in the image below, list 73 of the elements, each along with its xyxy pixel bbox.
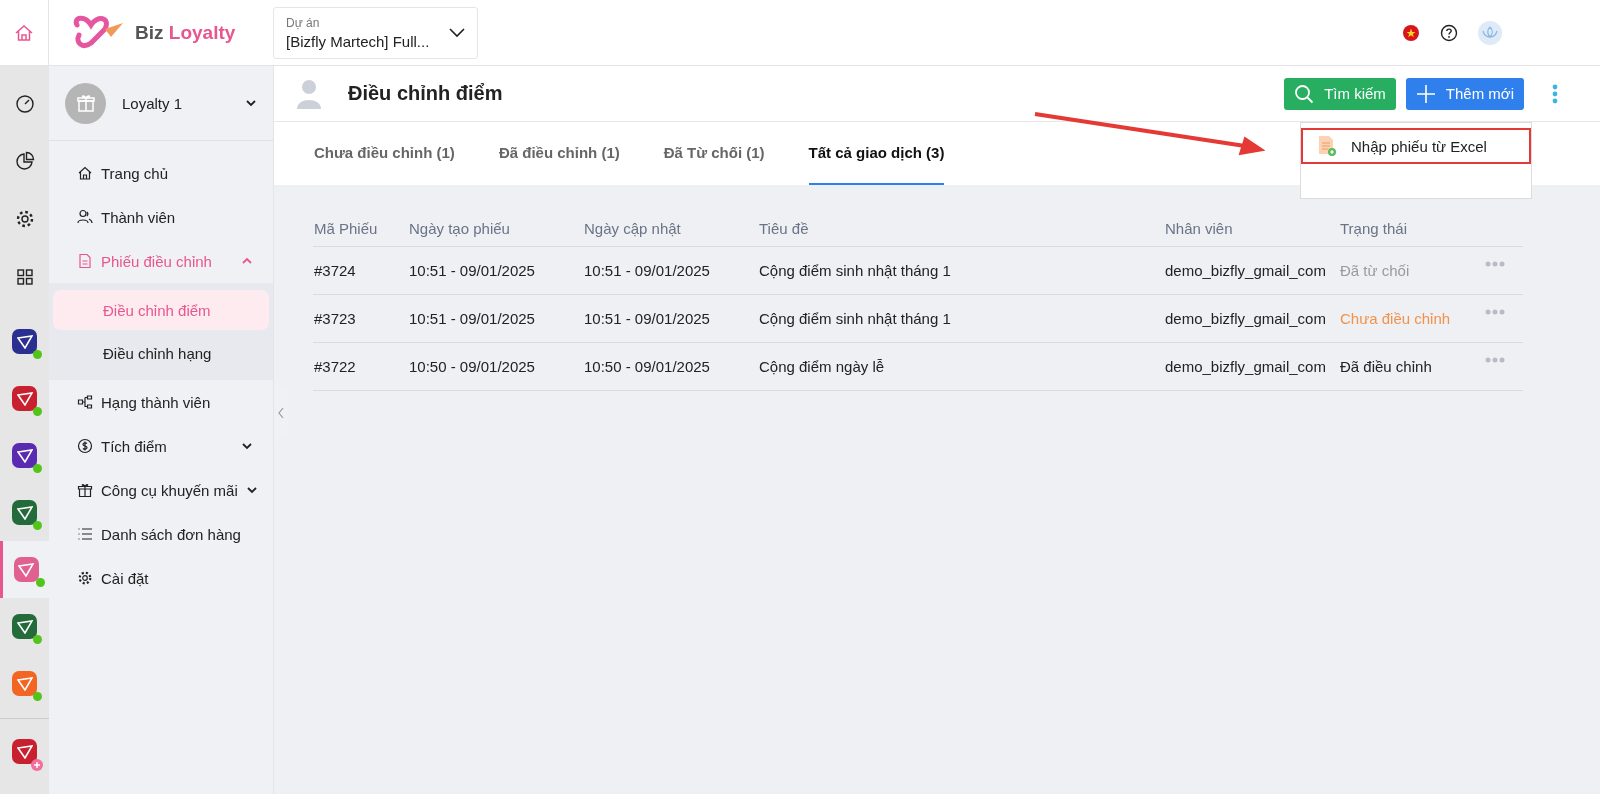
- sidebar-item[interactable]: Hạng thành viên: [49, 380, 273, 424]
- status-text: Đã từ chối: [1340, 262, 1410, 279]
- table-cell: 10:51 - 09/01/2025: [409, 262, 535, 279]
- table-cell: Cộng điểm sinh nhật tháng 1: [759, 262, 951, 279]
- sidebar-item[interactable]: Thành viên: [49, 195, 273, 239]
- tab[interactable]: Đã điều chỉnh (1): [498, 122, 620, 185]
- app-logo-icon: [16, 619, 33, 634]
- column-header: Tiêu đề: [759, 220, 809, 237]
- table-cell: Cộng điểm sinh nhật tháng 1: [759, 310, 951, 327]
- menu-item-icon: [77, 482, 93, 498]
- settings-icon[interactable]: [14, 209, 35, 229]
- menu-item-icon: [77, 526, 93, 542]
- app-logo-icon: [16, 391, 33, 406]
- flag-icon[interactable]: [1402, 23, 1420, 42]
- table-cell: demo_bizfly_gmail_com: [1165, 262, 1326, 279]
- column-header: Nhân viên: [1165, 220, 1233, 237]
- sidebar-subitem[interactable]: Điều chỉnh hạng: [53, 333, 269, 373]
- project-select[interactable]: Dự án [Bizfly Martech] Full...: [273, 6, 478, 59]
- status-text: Đã điều chỉnh: [1340, 358, 1432, 375]
- app-logo-icon: [16, 744, 33, 759]
- gift-icon: [75, 93, 96, 113]
- column-header: Mã Phiếu: [314, 220, 378, 237]
- app-logo-icon: [16, 334, 33, 349]
- user-silhouette-icon: [296, 78, 322, 109]
- chevron-down-icon: [449, 27, 465, 38]
- plus-icon: [1415, 83, 1436, 104]
- menu-item-icon: [77, 570, 93, 586]
- sidebar-item[interactable]: Tích điểm: [49, 424, 273, 468]
- logo-text: Biz Loyalty: [135, 21, 236, 44]
- table-cell: demo_bizfly_gmail_com: [1165, 310, 1326, 327]
- table-cell: 10:50 - 09/01/2025: [409, 358, 535, 375]
- table-cell: 10:51 - 09/01/2025: [584, 262, 710, 279]
- app-logo-icon: [18, 562, 34, 577]
- app-logo-icon: [16, 505, 33, 520]
- add-button[interactable]: Thêm mới: [1405, 77, 1524, 110]
- column-header: Ngày cập nhật: [584, 220, 681, 237]
- spreadsheet-add-icon: [1317, 135, 1337, 157]
- table-cell: 10:51 - 09/01/2025: [584, 310, 710, 327]
- help-icon[interactable]: [1440, 23, 1458, 42]
- home-icon: [14, 22, 34, 43]
- page-title: Điều chỉnh điểm: [348, 82, 503, 105]
- pie-chart-icon[interactable]: [14, 151, 35, 171]
- status-text: Chưa điều chỉnh: [1340, 310, 1451, 327]
- sidebar-item[interactable]: Trang chủ: [49, 151, 273, 195]
- menu-item[interactable]: Nhập phiếu từ Excel: [1301, 128, 1531, 164]
- account-name[interactable]: Loyalty 1: [122, 94, 229, 112]
- table-cell: #3722: [314, 358, 356, 375]
- sidebar-item[interactable]: Danh sách đơn hàng: [49, 512, 273, 556]
- column-header: Trạng thái: [1340, 220, 1407, 237]
- grid-icon[interactable]: [14, 267, 35, 287]
- gauge-icon[interactable]: [14, 93, 35, 113]
- sidebar-item[interactable]: Cài đặt: [49, 556, 273, 600]
- menu-item-icon: [77, 438, 93, 454]
- table-cell: 10:50 - 09/01/2025: [584, 358, 710, 375]
- menu-item-icon: [77, 253, 93, 269]
- chevron-down-icon[interactable]: [245, 99, 257, 107]
- menu-item-icon: [77, 394, 93, 410]
- table-cell: demo_bizfly_gmail_com: [1165, 358, 1326, 375]
- tab[interactable]: Đã Từ chối (1): [663, 122, 765, 185]
- menu-item-icon: [77, 209, 93, 225]
- table-cell: 10:51 - 09/01/2025: [409, 310, 535, 327]
- column-header: Ngày tạo phiếu: [409, 220, 510, 237]
- sidebar-item[interactable]: Công cụ khuyến mãi: [49, 468, 273, 512]
- app-logo-icon: [16, 448, 33, 463]
- menu-item-icon: [77, 165, 93, 181]
- table-cell: Cộng điểm ngày lễ: [759, 358, 885, 375]
- app-logo-icon: [16, 676, 33, 691]
- tab[interactable]: Tất cả giao dịch (3): [808, 122, 945, 185]
- table-cell: #3723: [314, 310, 356, 327]
- tab[interactable]: Chưa điều chỉnh (1): [314, 122, 455, 185]
- search-icon: [1294, 83, 1315, 104]
- table-cell: #3724: [314, 262, 356, 279]
- chevron-left-icon: [277, 407, 285, 419]
